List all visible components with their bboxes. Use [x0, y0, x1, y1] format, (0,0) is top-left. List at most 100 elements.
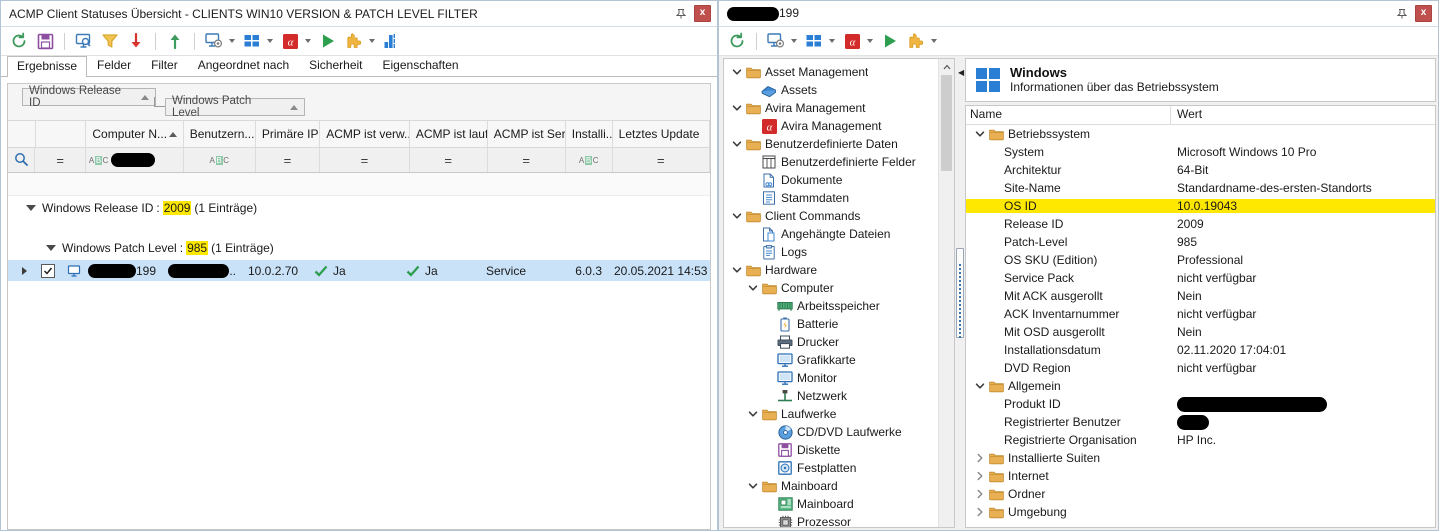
chevron-down-icon[interactable]	[931, 39, 937, 43]
tree-item-dokumente[interactable]: Dokumente	[724, 171, 954, 189]
client-settings-button[interactable]	[764, 29, 788, 53]
close-icon[interactable]: x	[694, 5, 711, 22]
plugin-button[interactable]	[904, 29, 928, 53]
tree-item-diskette[interactable]: Diskette	[724, 441, 954, 459]
column-header-acmp-ist-verw[interactable]: ACMP ist verw...	[320, 121, 410, 147]
pin-icon[interactable]	[1395, 7, 1409, 21]
group-row-patch-level[interactable]: Windows Patch Level : 985 (1 Einträge)	[8, 236, 710, 260]
chevron-down-icon[interactable]	[730, 211, 744, 221]
tree-item-asset-management[interactable]: Asset Management	[724, 63, 954, 81]
filter-cell-6[interactable]: =	[410, 148, 488, 172]
filter-cell-3[interactable]: ABC	[184, 148, 256, 172]
tree-item-drucker[interactable]: Drucker	[724, 333, 954, 351]
scroll-up-arrow-icon[interactable]	[939, 59, 954, 74]
filter-cell-2[interactable]: ABC	[86, 148, 184, 172]
detail-row-installationsdatum[interactable]: Installationsdatum 02.11.2020 17:04:01	[966, 341, 1435, 359]
chevron-down-icon[interactable]	[746, 481, 760, 491]
detail-row-site-name[interactable]: Site-Name Standardname-des-ersten-Standor…	[966, 179, 1435, 197]
collapse-triangle-icon[interactable]	[46, 245, 56, 251]
detail-row-os-sku-edition-[interactable]: OS SKU (Edition) Professional	[966, 251, 1435, 269]
filter-cell-4[interactable]: =	[256, 148, 321, 172]
run-button[interactable]	[878, 29, 902, 53]
detail-row-allgemein[interactable]: Allgemein	[966, 377, 1435, 395]
detail-row-umgebung[interactable]: Umgebung	[966, 503, 1435, 521]
column-header-blank-0[interactable]	[8, 121, 36, 147]
tree-item-avira-management[interactable]: Avira Management	[724, 99, 954, 117]
chevron-down-icon[interactable]	[267, 39, 273, 43]
chevron-down-icon[interactable]	[972, 129, 988, 139]
tree-item-logs[interactable]: Logs	[724, 243, 954, 261]
tree-item-computer[interactable]: Computer	[724, 279, 954, 297]
pin-icon[interactable]	[674, 7, 688, 21]
detail-row-ordner[interactable]: Ordner	[966, 485, 1435, 503]
tree-item-grafikkarte[interactable]: Grafikkarte	[724, 351, 954, 369]
detail-row-release-id[interactable]: Release ID 2009	[966, 215, 1435, 233]
tree-item-avira-management[interactable]: α Avira Management	[724, 117, 954, 135]
tree-item-arbeitsspeicher[interactable]: Arbeitsspeicher	[724, 297, 954, 315]
move-up-button[interactable]	[163, 29, 187, 53]
chart-button[interactable]	[380, 29, 404, 53]
tree-item-hardware[interactable]: Hardware	[724, 261, 954, 279]
chevron-down-icon[interactable]	[829, 39, 835, 43]
chevron-down-icon[interactable]	[730, 139, 744, 149]
tab-angeordnet-nach[interactable]: Angeordnet nach	[188, 55, 299, 76]
detail-row-patch-level[interactable]: Patch-Level 985	[966, 233, 1435, 251]
tab-eigenschaften[interactable]: Eigenschaften	[373, 55, 469, 76]
group-by-panel[interactable]: Windows Release ID Windows Patch Level	[8, 84, 710, 121]
chevron-right-icon[interactable]	[972, 453, 988, 463]
refresh-button[interactable]	[7, 29, 31, 53]
column-header-computer-n[interactable]: Computer N...	[86, 121, 184, 147]
chevron-down-icon[interactable]	[730, 67, 744, 77]
detail-row-service-pack[interactable]: Service Pack nicht verfügbar	[966, 269, 1435, 287]
client-settings-button[interactable]	[202, 29, 226, 53]
detail-row-produkt-id[interactable]: Produkt ID	[966, 395, 1435, 413]
column-header-acmp-ist-ser[interactable]: ACMP ist Ser...	[487, 121, 566, 147]
chevron-down-icon[interactable]	[746, 283, 760, 293]
detail-row-registrierte-organisation[interactable]: Registrierte Organisation HP Inc.	[966, 431, 1435, 449]
collapse-triangle-icon[interactable]	[26, 205, 36, 211]
filter-cell-8[interactable]: ABC	[566, 148, 613, 172]
column-header-acmp-ist-lauf[interactable]: ACMP ist lauf...	[409, 121, 488, 147]
tree-item-stammdaten[interactable]: Stammdaten	[724, 189, 954, 207]
detail-row-system[interactable]: System Microsoft Windows 10 Pro	[966, 143, 1435, 161]
tree-item-laufwerke[interactable]: Laufwerke	[724, 405, 954, 423]
tree-item-batterie[interactable]: Batterie	[724, 315, 954, 333]
detail-row-registrierter-benutzer[interactable]: Registrierter Benutzer	[966, 413, 1435, 431]
tree-scrollbar[interactable]	[938, 59, 954, 527]
tab-felder[interactable]: Felder	[87, 55, 141, 76]
tree-item-client-commands[interactable]: Client Commands	[724, 207, 954, 225]
run-button[interactable]	[316, 29, 340, 53]
tree-item-benutzerdefinierte-daten[interactable]: Benutzerdefinierte Daten	[724, 135, 954, 153]
tree-item-assets[interactable]: Assets	[724, 81, 954, 99]
chevron-down-icon[interactable]	[730, 103, 744, 113]
group-chip-patch-level[interactable]: Windows Patch Level	[165, 95, 305, 119]
column-header-installi[interactable]: Installi...	[565, 121, 613, 147]
tab-ergebnisse[interactable]: Ergebnisse	[7, 56, 88, 77]
pane-splitter[interactable]: ◀	[955, 58, 965, 528]
tab-filter[interactable]: Filter	[141, 55, 188, 76]
chevron-down-icon[interactable]	[791, 39, 797, 43]
collapse-left-icon[interactable]: ◀	[958, 68, 964, 77]
column-header-letztes-update[interactable]: Letztes Update	[612, 121, 710, 147]
chevron-right-icon[interactable]	[972, 471, 988, 481]
filter-button[interactable]	[98, 29, 122, 53]
save-button[interactable]	[33, 29, 57, 53]
query-monitor-button[interactable]	[72, 29, 96, 53]
filter-cell-5[interactable]: =	[320, 148, 410, 172]
column-header-benutzern[interactable]: Benutzern...	[183, 121, 256, 147]
tree-item-prozessor[interactable]: Prozessor	[724, 513, 954, 527]
detail-row-mit-osd-ausgerollt[interactable]: Mit OSD ausgerollt Nein	[966, 323, 1435, 341]
refresh-button[interactable]	[725, 29, 749, 53]
tree-item-benutzerdefinierte-felder[interactable]: Benutzerdefinierte Felder	[724, 153, 954, 171]
chevron-down-icon[interactable]	[972, 381, 988, 391]
splitter-grip[interactable]: ◀	[956, 68, 964, 338]
chevron-right-icon[interactable]	[972, 489, 988, 499]
tree-scrollbar-thumb[interactable]	[941, 75, 952, 171]
table-row[interactable]: 199 .. 10.0.2.70 Ja Ja Service 6.0.3 20.…	[8, 260, 710, 281]
chevron-down-icon[interactable]	[730, 265, 744, 275]
move-down-button[interactable]	[124, 29, 148, 53]
layout-button[interactable]	[802, 29, 826, 53]
tree-item-festplatten[interactable]: Festplatten	[724, 459, 954, 477]
filter-cell-1[interactable]: =	[35, 148, 87, 172]
avira-button[interactable]: α	[840, 29, 864, 53]
